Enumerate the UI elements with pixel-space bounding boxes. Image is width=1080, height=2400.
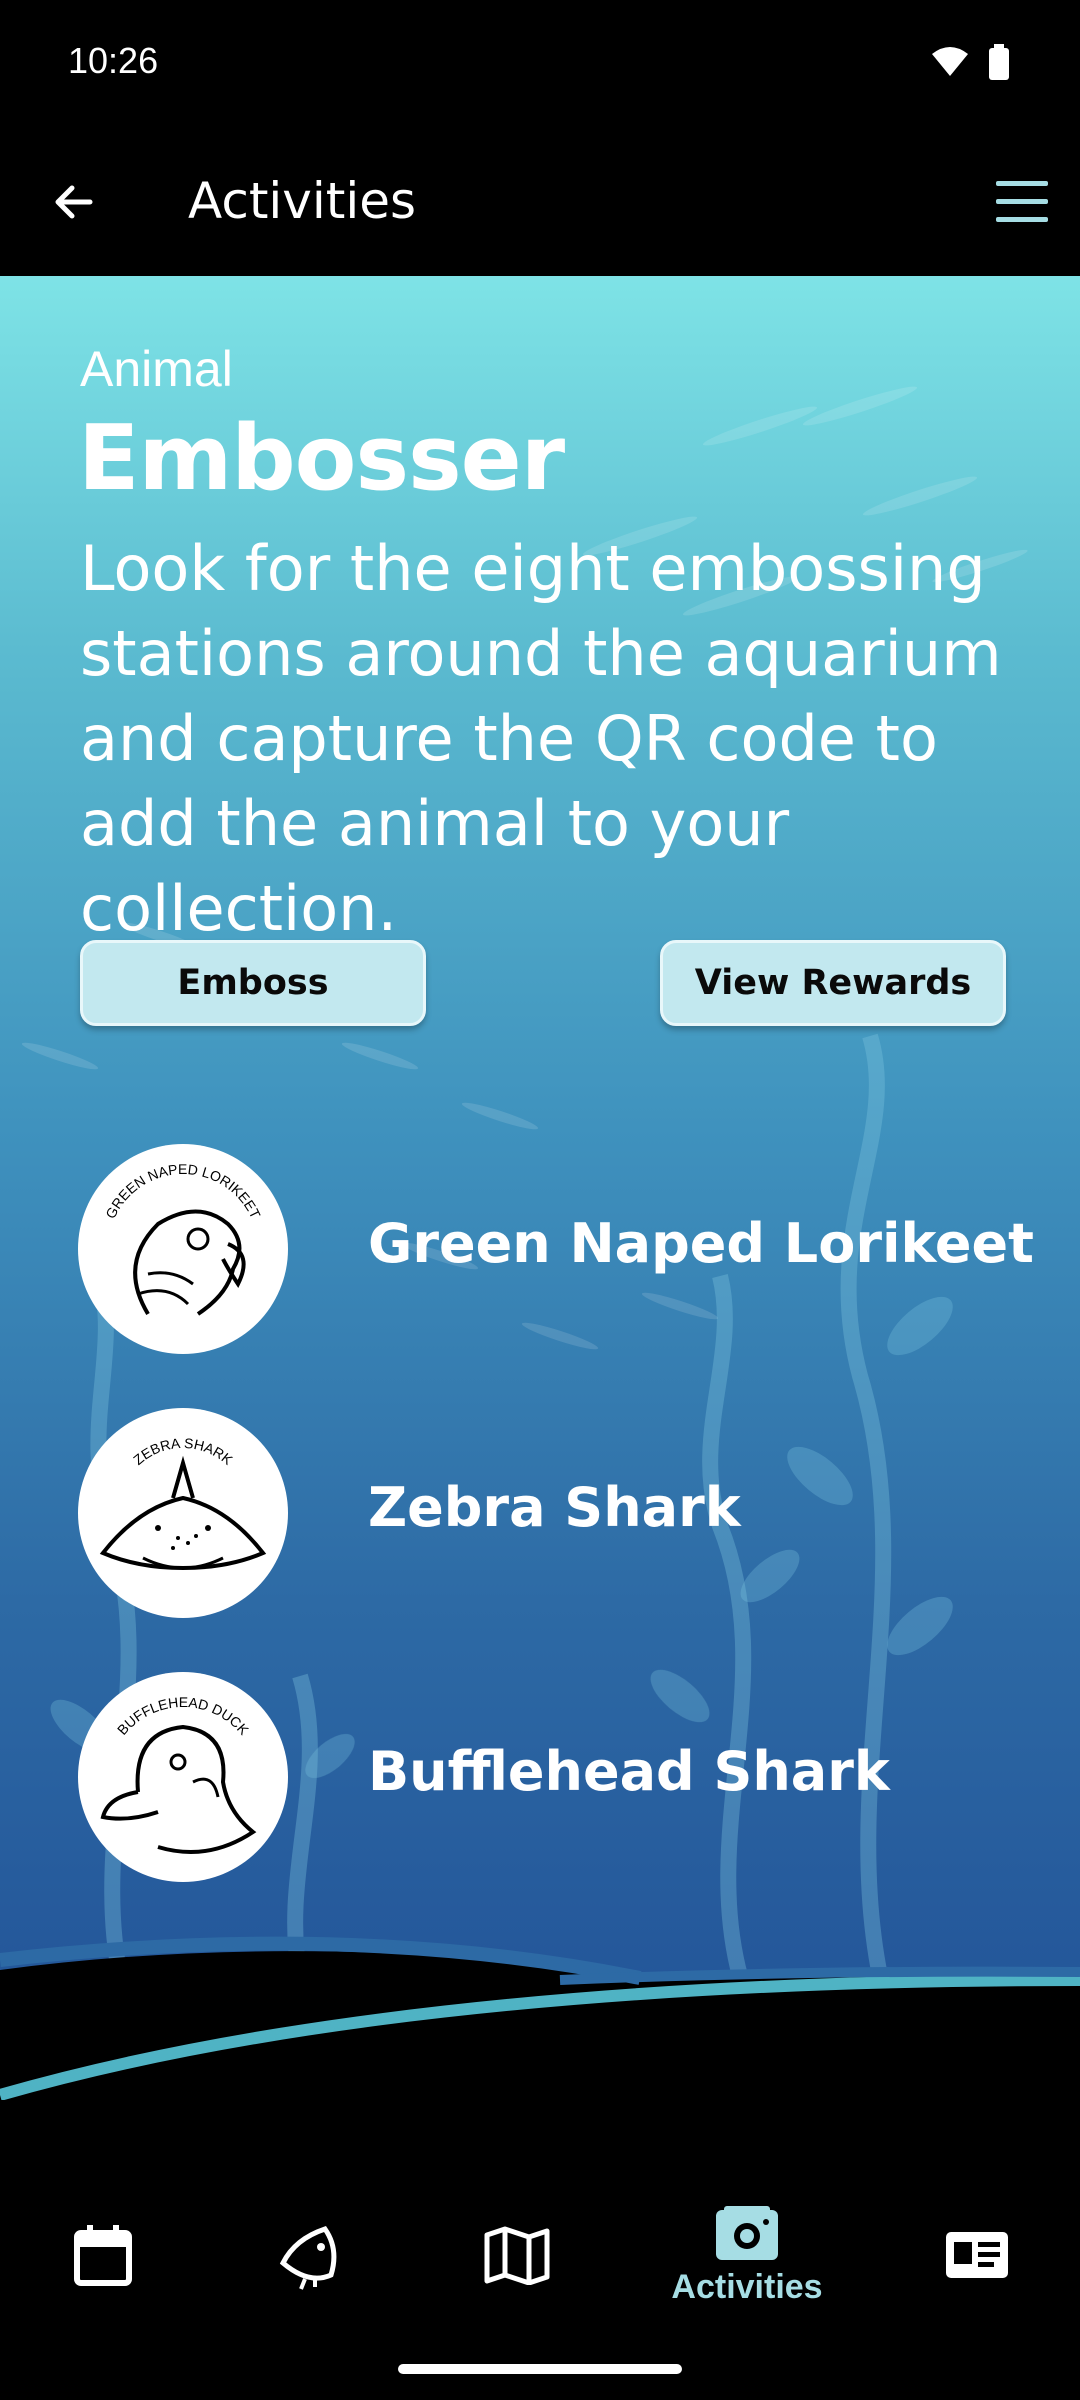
- nav-map[interactable]: [432, 2180, 602, 2330]
- animal-name: Zebra Shark: [368, 1476, 741, 1539]
- list-item[interactable]: ZEBRA SHARK Zebra Shark: [78, 1408, 998, 1620]
- wave-divider: [0, 1936, 1080, 2100]
- section-subtitle: Animal: [80, 341, 233, 397]
- animal-name: Green Naped Lorikeet: [368, 1212, 1034, 1275]
- svg-text:BUFFLEHEAD DUCK: BUFFLEHEAD DUCK: [114, 1694, 253, 1738]
- bottom-navigation: Activities: [0, 2180, 1080, 2330]
- id-card-icon: [946, 2232, 1008, 2278]
- battery-icon: [989, 44, 1009, 80]
- status-bar: 10:26: [0, 0, 1080, 128]
- app-bar: Activities: [0, 128, 1080, 276]
- animal-badge: GREEN NAPED LORIKEET: [78, 1144, 288, 1354]
- nav-membership[interactable]: [892, 2180, 1062, 2330]
- nav-calendar[interactable]: [18, 2180, 188, 2330]
- nav-animals[interactable]: [226, 2180, 396, 2330]
- status-icons: [930, 44, 1010, 80]
- nav-label: Activities: [671, 2267, 823, 2306]
- wifi-icon: [932, 47, 968, 76]
- shark-icon: ZEBRA SHARK: [99, 1435, 267, 1571]
- section-description: Look for the eight embossing stations ar…: [80, 532, 1002, 945]
- menu-button[interactable]: [988, 168, 1056, 236]
- animal-badge: ZEBRA SHARK: [78, 1408, 288, 1618]
- map-icon: [484, 2226, 550, 2285]
- arrow-left-icon: [55, 185, 93, 219]
- list-item[interactable]: GREEN NAPED LORIKEET Green Naped Lorikee…: [78, 1144, 1034, 1356]
- duck-icon: BUFFLEHEAD DUCK: [100, 1694, 257, 1854]
- nav-activities[interactable]: Activities: [662, 2180, 832, 2330]
- status-time: 10:26: [68, 40, 159, 81]
- lorikeet-icon: GREEN NAPED LORIKEET: [102, 1161, 264, 1316]
- back-button[interactable]: [40, 168, 108, 236]
- list-item[interactable]: BUFFLEHEAD DUCK Bufflehead Shark: [78, 1672, 998, 1884]
- section-title: Embosser: [78, 406, 565, 511]
- main-content: Animal Embosser Look for the eight embos…: [0, 276, 1080, 1976]
- view-rewards-button[interactable]: View Rewards: [660, 940, 1006, 1026]
- calendar-icon: [74, 2225, 132, 2286]
- hamburger-menu-icon: [996, 181, 1048, 222]
- badge-text: BUFFLEHEAD DUCK: [114, 1694, 253, 1738]
- animal-badge: BUFFLEHEAD DUCK: [78, 1672, 288, 1882]
- page-title: Activities: [188, 172, 417, 230]
- camera-icon: [716, 2205, 778, 2260]
- fish-icon: [279, 2226, 337, 2290]
- emboss-button[interactable]: Emboss: [80, 940, 426, 1026]
- animal-name: Bufflehead Shark: [368, 1740, 890, 1803]
- home-indicator[interactable]: [398, 2364, 682, 2374]
